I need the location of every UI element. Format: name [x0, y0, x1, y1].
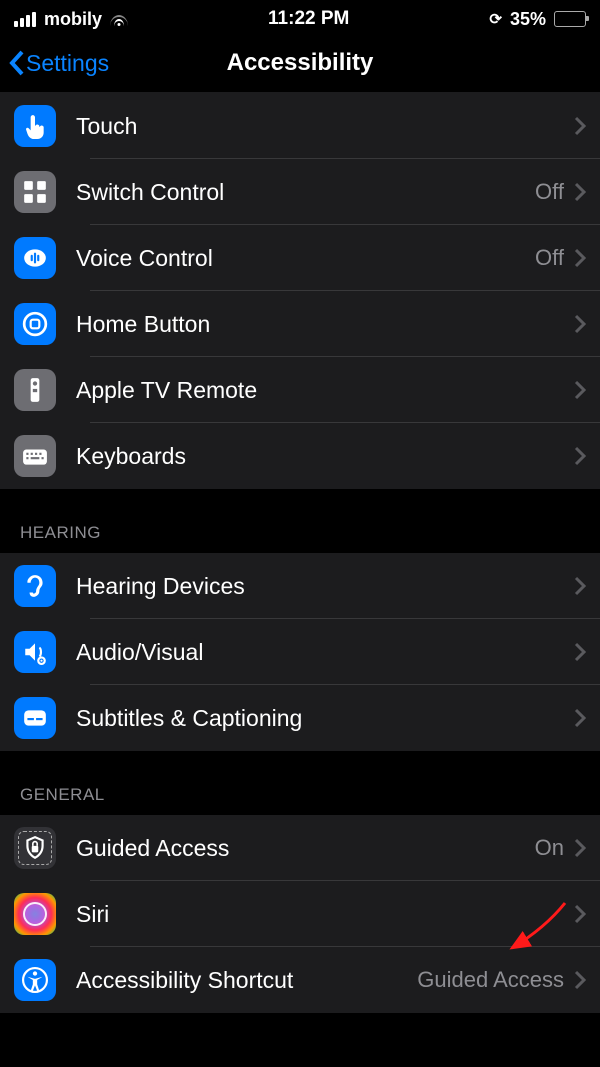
chevron-right-icon: [574, 970, 586, 990]
section-header: HEARING: [0, 489, 600, 553]
page-title: Accessibility: [227, 49, 374, 77]
guided-icon: [14, 827, 56, 869]
captions-icon: [14, 697, 56, 739]
home-button-icon: [14, 303, 56, 345]
row-label: Accessibility Shortcut: [76, 967, 417, 994]
clock-time: 11:22 PM: [268, 8, 349, 30]
chevron-right-icon: [574, 904, 586, 924]
row-label: Siri: [76, 901, 574, 928]
chevron-right-icon: [574, 182, 586, 202]
settings-row[interactable]: Hearing Devices: [0, 553, 600, 619]
row-value: Off: [535, 245, 564, 271]
row-label: Audio/Visual: [76, 639, 574, 666]
battery-icon: [554, 11, 586, 27]
wifi-icon: [110, 12, 128, 26]
signal-icon: [14, 12, 36, 27]
chevron-right-icon: [574, 380, 586, 400]
chevron-right-icon: [574, 446, 586, 466]
settings-row[interactable]: Keyboards: [0, 423, 600, 489]
remote-icon: [14, 369, 56, 411]
chevron-right-icon: [574, 576, 586, 596]
rotation-lock-icon: ⟳: [489, 10, 502, 28]
settings-row[interactable]: Audio/Visual: [0, 619, 600, 685]
switch-icon: [14, 171, 56, 213]
row-label: Touch: [76, 113, 574, 140]
settings-row[interactable]: Home Button: [0, 291, 600, 357]
row-label: Switch Control: [76, 179, 535, 206]
row-value: Guided Access: [417, 967, 564, 993]
chevron-right-icon: [574, 642, 586, 662]
settings-row[interactable]: Subtitles & Captioning: [0, 685, 600, 751]
settings-group: TouchSwitch ControlOffVoice ControlOffHo…: [0, 93, 600, 489]
settings-row[interactable]: Touch: [0, 93, 600, 159]
row-label: Apple TV Remote: [76, 377, 574, 404]
settings-row[interactable]: Voice ControlOff: [0, 225, 600, 291]
back-button[interactable]: Settings: [8, 49, 109, 77]
settings-row[interactable]: Switch ControlOff: [0, 159, 600, 225]
settings-row[interactable]: Siri: [0, 881, 600, 947]
chevron-right-icon: [574, 708, 586, 728]
a11y-icon: [14, 959, 56, 1001]
row-value: On: [535, 835, 564, 861]
battery-percent: 35%: [510, 9, 546, 30]
back-label: Settings: [26, 50, 109, 77]
settings-group: Hearing Devices Audio/Visual Subtitles & C…: [0, 553, 600, 751]
siri-icon: [14, 893, 56, 935]
row-label: Keyboards: [76, 443, 574, 470]
chevron-right-icon: [574, 116, 586, 136]
row-value: Off: [535, 179, 564, 205]
chevron-left-icon: [8, 49, 26, 77]
nav-bar: Settings Accessibility: [0, 34, 600, 93]
status-bar: mobily 11:22 PM ⟳ 35%: [0, 0, 600, 34]
row-label: Home Button: [76, 311, 574, 338]
settings-row[interactable]: Apple TV Remote: [0, 357, 600, 423]
row-label: Subtitles & Captioning: [76, 705, 574, 732]
voice-icon: [14, 237, 56, 279]
settings-row[interactable]: Accessibility ShortcutGuided Access: [0, 947, 600, 1013]
chevron-right-icon: [574, 838, 586, 858]
ear-icon: [14, 565, 56, 607]
settings-row[interactable]: Guided AccessOn: [0, 815, 600, 881]
settings-group: Guided AccessOnSiriAccessibility Shortcu…: [0, 815, 600, 1013]
keyboard-icon: [14, 435, 56, 477]
row-label: Voice Control: [76, 245, 535, 272]
chevron-right-icon: [574, 248, 586, 268]
section-header: GENERAL: [0, 751, 600, 815]
carrier-name: mobily: [44, 9, 102, 30]
row-label: Hearing Devices: [76, 573, 574, 600]
row-label: Guided Access: [76, 835, 535, 862]
chevron-right-icon: [574, 314, 586, 334]
av-icon: [14, 631, 56, 673]
touch-icon: [14, 105, 56, 147]
